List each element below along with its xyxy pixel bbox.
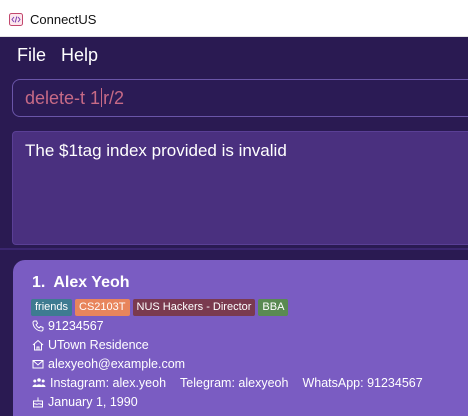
person-heading: 1. Alex Yeoh (32, 273, 138, 293)
socials-row: Instagram: alex.yeoh Telegram: alexyeoh Wh… (32, 375, 423, 391)
result-message: The $1tag index provided is invalid (25, 141, 287, 160)
title-bar: ConnectUS (0, 0, 468, 37)
instagram-value: Instagram: alex.yeoh (50, 376, 167, 390)
phone-row: 91234567 (32, 318, 104, 334)
panel-divider (0, 248, 468, 250)
command-text: delete-t 1 r/2 (25, 88, 124, 108)
people-icon (32, 378, 46, 387)
tag-friends: friends (31, 299, 73, 316)
whatsapp-value: WhatsApp: 91234567 (302, 376, 423, 390)
menu-bar: File Help (0, 37, 468, 73)
menu-file[interactable]: File (17, 45, 46, 65)
menu-help[interactable]: Help (61, 45, 98, 65)
app-window: File Help delete-t 1 r/2 The $1tag index … (0, 37, 468, 416)
phone-value: 91234567 (48, 319, 104, 333)
birthday-value: January 1, 1990 (48, 395, 138, 409)
command-input[interactable]: delete-t 1 r/2 (12, 79, 468, 117)
address-value: UTown Residence (48, 338, 149, 352)
tag-nus-hackers-director: NUS Hackers - Director (132, 299, 256, 316)
tag-bba: BBA (258, 299, 289, 316)
birthday-row: January 1, 1990 (32, 394, 138, 410)
email-row: alexyeoh@example.com (32, 356, 185, 372)
command-text-before-caret: delete-t 1 (25, 88, 101, 108)
person-card[interactable]: 1. Alex Yeoh friends CS2103T NUS Hackers - … (13, 260, 468, 416)
text-caret (101, 88, 103, 107)
address-row: UTown Residence (32, 337, 149, 353)
cake-icon (33, 397, 43, 408)
app-code-icon (9, 13, 23, 26)
phone-icon (32, 320, 44, 332)
home-icon (32, 339, 44, 351)
command-text-after-caret: r/2 (103, 88, 125, 108)
person-name: Alex Yeoh (53, 274, 130, 291)
result-display: The $1tag index provided is invalid (12, 131, 468, 245)
tag-cs2103t: CS2103T (75, 299, 130, 316)
person-index: 1. (32, 274, 46, 291)
tag-list: friends CS2103T NUS Hackers - Director BBA (31, 297, 291, 316)
telegram-value: Telegram: alexyeoh (180, 376, 289, 390)
window-title: ConnectUS (30, 12, 97, 27)
email-value: alexyeoh@example.com (48, 357, 186, 371)
envelope-icon (32, 360, 44, 369)
